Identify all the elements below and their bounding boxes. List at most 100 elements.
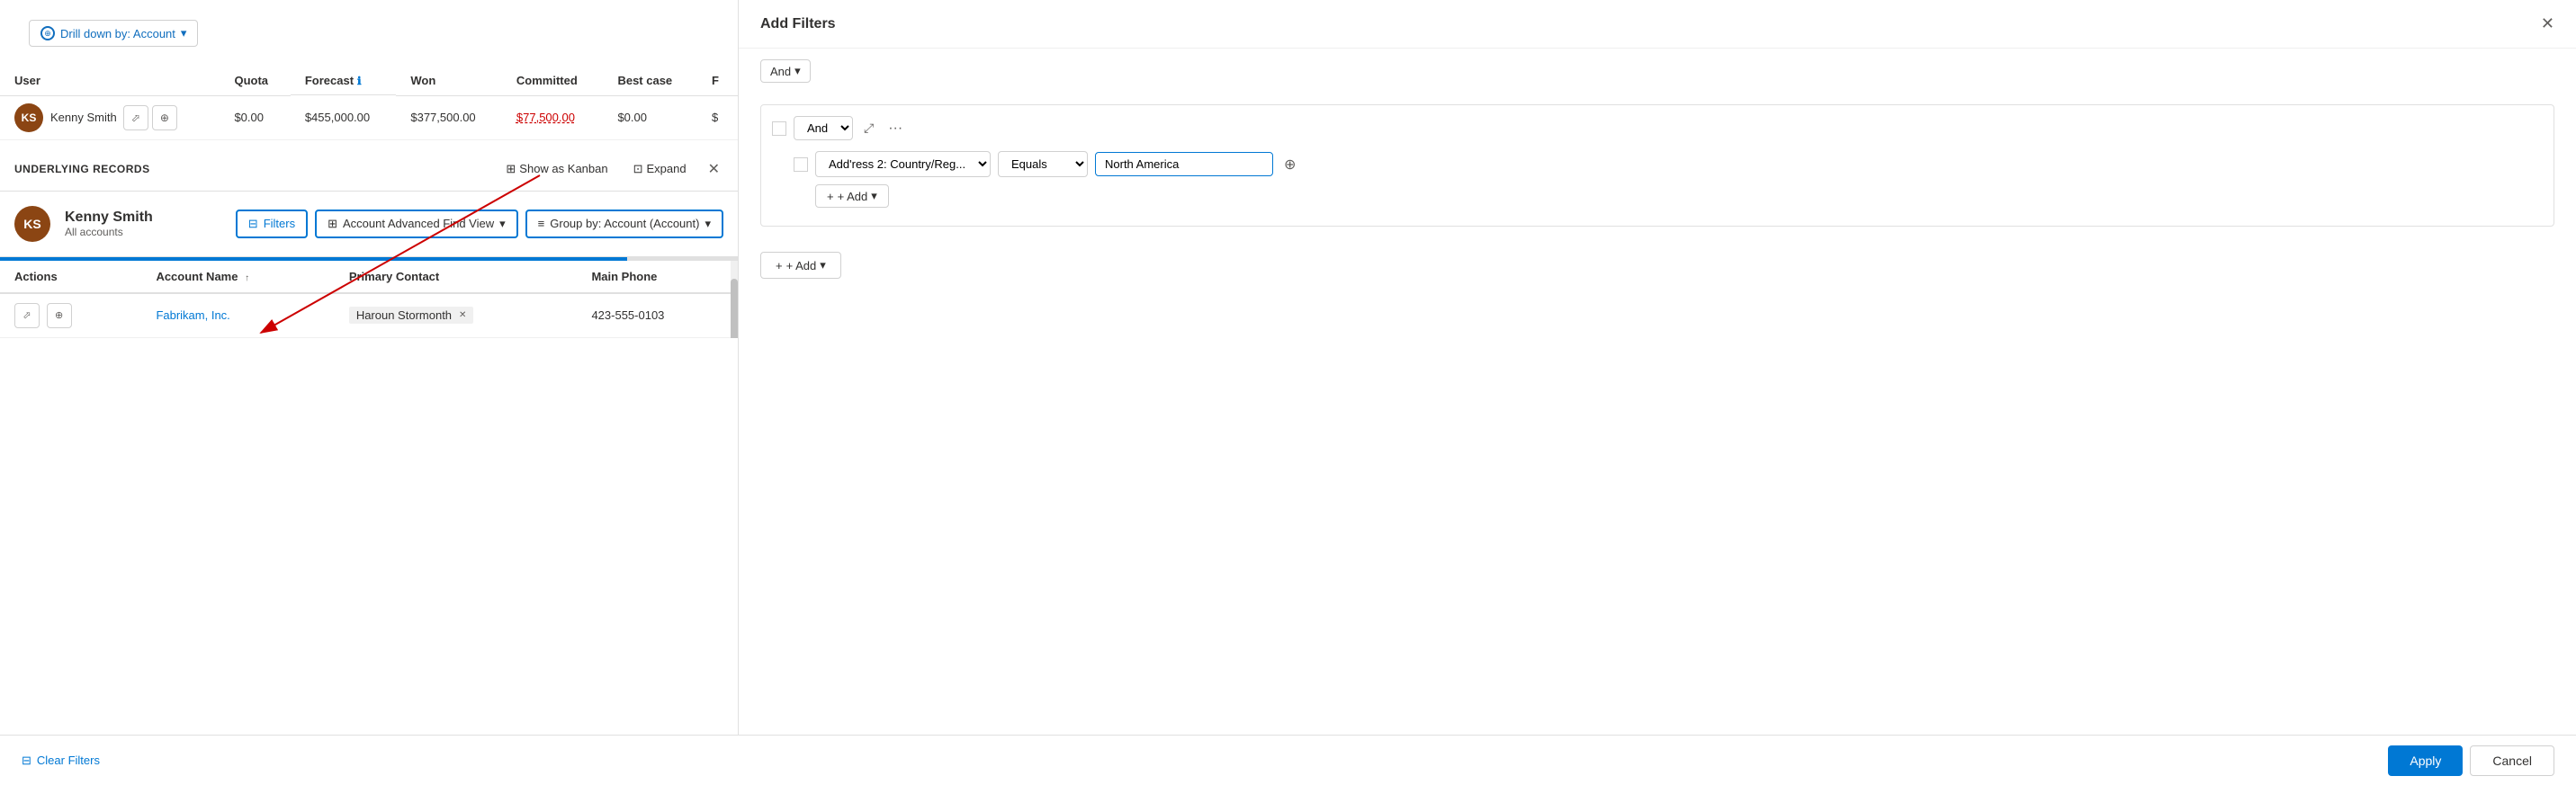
group-checkbox[interactable] [772,121,786,136]
add-main-label: + Add [786,259,817,272]
clear-filters-label: Clear Filters [37,754,100,767]
drill-down-button[interactable]: ⊕ Drill down by: Account ▾ [29,20,198,47]
close-filters-button[interactable]: ✕ [2541,14,2554,33]
forecast-panel: ⊕ Drill down by: Account ▾ User Quota Fo… [0,0,738,785]
sort-icon: ↑ [245,273,249,283]
filter-button[interactable]: ⊟ Filters [236,210,308,238]
filters-and-row: And ▾ [739,49,2576,94]
user-name-large: Kenny Smith [65,210,221,226]
col-user: User [0,67,220,95]
primary-contact-cell: Haroun Stormonth ✕ [335,293,578,338]
underlying-actions: ⊞ Show as Kanban ⊡ Expand ✕ [498,156,723,182]
plus-icon: + [827,190,834,203]
contact-tag: Haroun Stormonth ✕ [349,307,474,324]
more-options-button[interactable]: ··· [884,117,906,140]
filter-group-header: And Or ⤢ ··· [772,116,2543,140]
add-chevron-icon: ▾ [871,189,877,203]
chevron-down-icon: ▾ [181,26,187,40]
row-expand-icon[interactable]: ⬀ [14,303,40,328]
globe-icon: ⊕ [40,26,55,40]
filter-group: And Or ⤢ ··· Add'ress 2: Country/Reg... … [760,104,2554,227]
col-account-name: Account Name ↑ [141,261,334,293]
won-value: $377,500.00 [396,95,502,139]
col-primary-contact: Primary Contact [335,261,578,293]
col-won: Won [396,67,502,95]
filter-icon: ⊟ [248,217,258,231]
col-actions: Actions [0,261,141,293]
group-wrapper: ≡ Group by: Account (Account) ▾ [525,210,723,238]
table-row: KS Kenny Smith ⬀ ⊕ $0.00 $455,000.00 $37… [0,95,738,139]
kanban-label: Show as Kanban [519,162,607,175]
col-forecast: Forecast ℹ [291,67,397,95]
col-main-phone: Main Phone [577,261,738,293]
col-committed: Committed [502,67,604,95]
filter-label: Filters [264,217,295,230]
group-icon: ≡ [538,217,545,230]
add-inner-button[interactable]: + + Add ▾ [815,184,889,208]
phone-cell: 423-555-0103 [577,293,738,338]
operator-select[interactable]: Equals [998,151,1088,177]
chevron-group-icon: ▾ [705,217,711,231]
vertical-scrollbar[interactable] [731,261,738,338]
row-more-button[interactable]: ⊕ [1280,152,1299,177]
toolbar: ⊟ Filters ⊞ Account Advanced Find View ▾… [236,210,723,238]
user-info: Kenny Smith All accounts [65,210,221,238]
quota-value: $0.00 [220,95,290,139]
committed-value: $77,500.00 [502,95,604,139]
row-action-icon[interactable]: ⊕ [47,303,72,328]
chevron-view-icon: ▾ [499,217,506,231]
underlying-records-title: UNDERLYING RECORDS [14,163,150,175]
group-by-button[interactable]: ≡ Group by: Account (Account) ▾ [525,210,723,238]
expand-label: Expand [647,162,687,175]
avatar: KS [14,103,43,132]
user-cell: KS Kenny Smith ⬀ ⊕ [14,103,205,132]
and-label: And [770,65,791,78]
user-row: KS Kenny Smith All accounts ⊟ Filters ⊞ [0,192,738,257]
col-f: F [697,67,738,95]
filter-row: Add'ress 2: Country/Reg... Equals ⊕ [794,151,2543,177]
filter-wrapper: ⊟ Filters [236,210,308,238]
add-main-plus-icon: + [776,259,783,272]
clear-filters-button[interactable]: ⊟ Clear Filters [22,754,100,768]
and-badge[interactable]: And ▾ [760,59,811,83]
forecast-value: $455,000.00 [291,95,397,139]
value-input[interactable] [1095,152,1273,176]
account-name-cell[interactable]: Fabrikam, Inc. [141,293,334,338]
drill-down-label: Drill down by: Account [60,27,175,40]
expand-group-button[interactable]: ⤢ [860,117,877,139]
view-button[interactable]: ⊞ Account Advanced Find View ▾ [315,210,518,238]
filters-title: Add Filters [760,16,836,32]
extra-value: $ [697,95,738,139]
contact-name: Haroun Stormonth [356,308,452,322]
remove-contact-button[interactable]: ✕ [459,310,466,320]
close-underlying-button[interactable]: ✕ [705,156,723,182]
add-main-button[interactable]: + + Add ▾ [760,252,841,279]
best-case-value: $0.00 [603,95,696,139]
col-quota: Quota [220,67,290,95]
expand-icon: ⊡ [633,162,643,176]
field-select[interactable]: Add'ress 2: Country/Reg... [815,151,991,177]
main-container: ⊕ Drill down by: Account ▾ User Quota Fo… [0,0,2576,785]
kanban-icon: ⊞ [506,162,516,176]
filters-panel: Add Filters ✕ And ▾ And Or ⤢ ··· [738,0,2576,785]
share-icon[interactable]: ⬀ [123,105,148,130]
add-inner-row: + + Add ▾ [815,184,2521,208]
cancel-button[interactable]: Cancel [2470,745,2554,776]
group-and-select[interactable]: And Or [794,116,853,140]
forecast-table: User Quota Forecast ℹ Won Committed Best… [0,67,738,140]
apply-button[interactable]: Apply [2388,745,2463,776]
table-icon: ⊞ [328,217,337,231]
and-chevron: ▾ [794,64,801,78]
group-label: Group by: Account (Account) [550,217,699,230]
bottom-bar: ⊟ Clear Filters Apply Cancel [0,735,2576,785]
show-as-kanban-button[interactable]: ⊞ Show as Kanban [498,158,615,180]
col-best-case: Best case [603,67,696,95]
view-label: Account Advanced Find View [343,217,494,230]
user-avatar-large: KS [14,206,50,242]
user-subtitle: All accounts [65,226,221,238]
edit-icon[interactable]: ⊕ [152,105,177,130]
expand-button[interactable]: ⊡ Expand [626,158,694,180]
add-inner-label: + Add [838,190,868,203]
filter-checkbox[interactable] [794,157,808,172]
filters-header: Add Filters ✕ [739,0,2576,49]
